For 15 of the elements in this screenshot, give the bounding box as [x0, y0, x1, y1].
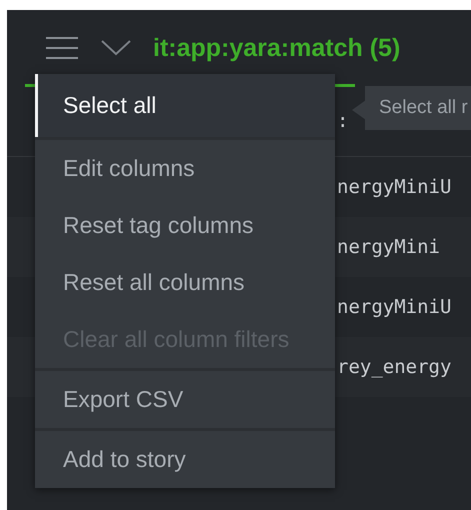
tooltip: Select all r: [365, 86, 471, 130]
menu-item[interactable]: Select all: [35, 74, 335, 137]
table-cell: nergyMiniU: [337, 176, 452, 198]
menu-icon[interactable]: [45, 36, 79, 60]
header-title: it:app:yara:match (5): [153, 34, 400, 62]
chevron-down-icon[interactable]: [101, 40, 131, 56]
column-header[interactable]: :: [337, 110, 348, 132]
menu-item[interactable]: Edit columns: [35, 140, 335, 197]
menu-item[interactable]: Reset all columns: [35, 254, 335, 311]
menu-item[interactable]: Reset tag columns: [35, 197, 335, 254]
table-cell: rey_energy: [337, 356, 452, 378]
table-cell: nergyMiniU: [337, 296, 452, 318]
menu-item[interactable]: Export CSV: [35, 371, 335, 428]
table-cell: nergyMini: [337, 236, 440, 258]
menu-item[interactable]: Add to story: [35, 431, 335, 488]
